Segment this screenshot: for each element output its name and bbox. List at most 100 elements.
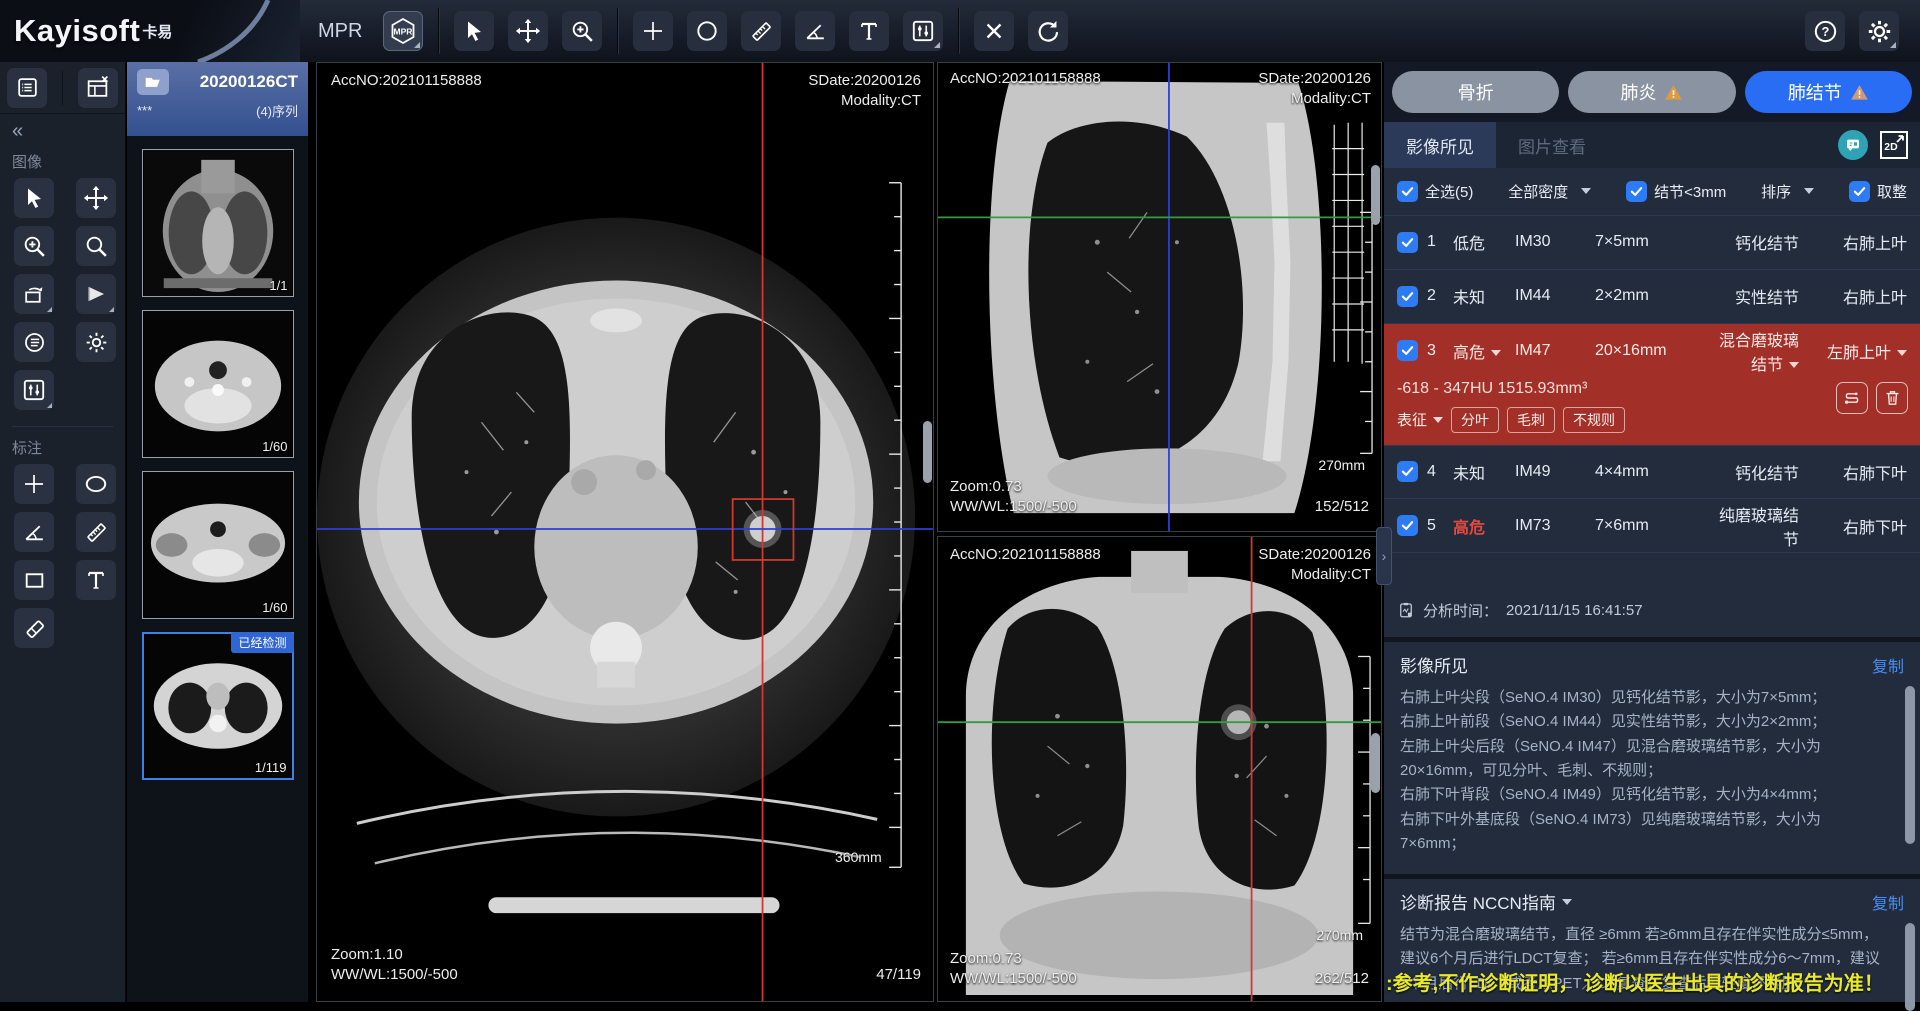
cursor-tool-button[interactable] <box>14 178 54 218</box>
pan-tool-button[interactable] <box>508 11 548 51</box>
nodule-row-1[interactable]: 1 低危 IM30 7×5mm 钙化结节 右肺上叶 <box>1384 216 1920 270</box>
ellipse-annot-button[interactable] <box>76 464 116 504</box>
findings-copy-button[interactable]: 复制 <box>1872 653 1904 677</box>
coronal-slice-scrollbar[interactable] <box>1371 733 1380 793</box>
series-list-button[interactable] <box>7 68 47 108</box>
select-all-filter[interactable]: 全选(5) <box>1397 181 1473 202</box>
subtab-image-view[interactable]: 图片查看 <box>1496 122 1608 168</box>
nodule-risk-dropdown[interactable]: 高危 <box>1453 339 1515 363</box>
search-tool-button[interactable] <box>76 226 116 266</box>
series-thumbnail-1[interactable]: 1/1 <box>142 149 294 297</box>
nodule-risk: 高危 <box>1453 345 1485 362</box>
nodule-location-dropdown[interactable]: 左肺上叶 <box>1799 339 1907 363</box>
cursor-tool-button[interactable] <box>454 11 494 51</box>
2d-view-button[interactable]: 2D <box>1880 131 1908 159</box>
nodule-risk: 高危 <box>1453 514 1515 538</box>
svg-text:MPR: MPR <box>394 27 413 37</box>
collapse-sidebar-button[interactable]: « <box>0 114 125 145</box>
feature-tag-irregular[interactable]: 不规则 <box>1563 407 1625 433</box>
viewport-coronal[interactable]: AccNO:202101158888 SDate:20200126 Modali… <box>937 536 1382 1002</box>
sidebar-separator <box>62 71 63 105</box>
nodule-row-5[interactable]: 5 高危 IM73 7×6mm 纯磨玻璃结节 右肺下叶 <box>1384 499 1920 553</box>
nodule-type: 钙化结节 <box>1713 460 1799 484</box>
cine-play-button[interactable] <box>76 274 116 314</box>
nodule-trend-button[interactable] <box>1836 382 1868 414</box>
series-thumbnail-3[interactable]: 1/60 <box>142 471 294 619</box>
angle-annot-button[interactable] <box>14 512 54 552</box>
eraser-annot-button[interactable] <box>14 608 54 648</box>
small-nodule-filter[interactable]: 结节<3mm <box>1626 181 1726 202</box>
logo-text: Kayisoft <box>14 13 140 49</box>
folder-icon <box>144 73 162 91</box>
pan-tool-button[interactable] <box>76 178 116 218</box>
panel-expander-handle[interactable]: › <box>1376 527 1392 585</box>
report-title-text: 诊断报告 NCCN指南 <box>1400 889 1556 914</box>
nodule-row-4[interactable]: 4 未知 IM49 4×4mm 钙化结节 右肺下叶 <box>1384 446 1920 500</box>
text-icon <box>84 568 108 592</box>
nodule-checkbox[interactable] <box>1397 461 1418 482</box>
density-dropdown[interactable]: 全部密度 <box>1508 181 1591 202</box>
nodule-checkbox[interactable] <box>1397 340 1418 361</box>
nodule-checkbox[interactable] <box>1397 232 1418 253</box>
close-tool-button[interactable] <box>974 11 1014 51</box>
toolbar-separator <box>438 8 439 54</box>
feature-dropdown[interactable]: 表征 <box>1397 409 1443 430</box>
tab-lung-nodule[interactable]: 肺结节 <box>1745 71 1912 113</box>
nodule-checkbox[interactable] <box>1397 515 1418 536</box>
probe-tool-button[interactable] <box>633 11 673 51</box>
viewport-axial[interactable]: AccNO:202101158888 SDate:20200126 Modali… <box>316 62 934 1002</box>
sort-dropdown[interactable]: 排序 <box>1761 181 1814 202</box>
crosshair-annot-button[interactable] <box>14 464 54 504</box>
select-all-checkbox[interactable] <box>1397 181 1418 202</box>
sidebar-divider <box>12 426 113 427</box>
reset-rotate-button[interactable] <box>1028 11 1068 51</box>
ruler-annot-button[interactable] <box>76 512 116 552</box>
nodule-image-no: IM44 <box>1515 287 1595 305</box>
nodule-checkbox[interactable] <box>1397 286 1418 307</box>
contrast-tool-button[interactable] <box>14 322 54 362</box>
series-header[interactable]: 20200126CT *** (4)序列 <box>127 62 308 136</box>
zoom-in-tool-button[interactable] <box>14 226 54 266</box>
nodule-location: 右肺下叶 <box>1799 514 1907 538</box>
axial-slice-scrollbar[interactable] <box>923 421 932 483</box>
text-annot-button[interactable] <box>76 560 116 600</box>
rotate-tool-button[interactable] <box>14 274 54 314</box>
nodule-type-dropdown[interactable]: 混合磨玻璃结节 <box>1713 327 1799 375</box>
rectangle-annot-button[interactable] <box>14 560 54 600</box>
feature-tag-spiculation[interactable]: 毛刺 <box>1507 407 1555 433</box>
angle-tool-button[interactable] <box>795 11 835 51</box>
tab-pneumonia[interactable]: 肺炎 <box>1568 71 1735 113</box>
folder-button[interactable] <box>137 69 169 95</box>
round-checkbox[interactable] <box>1849 181 1870 202</box>
window-level-button[interactable] <box>14 370 54 410</box>
feature-tag-lobulation[interactable]: 分叶 <box>1451 407 1499 433</box>
series-thumbnail-4[interactable]: 已经检测 1/119 <box>142 632 294 780</box>
report-copy-button[interactable]: 复制 <box>1872 890 1904 914</box>
close-layout-button[interactable] <box>78 68 118 108</box>
ellipse-tool-button[interactable] <box>687 11 727 51</box>
small-nodule-checkbox[interactable] <box>1626 181 1647 202</box>
feedback-button[interactable] <box>1838 130 1868 160</box>
nodule-delete-button[interactable] <box>1876 382 1908 414</box>
window-level-button[interactable] <box>903 11 943 51</box>
toolbar-separator <box>958 8 959 54</box>
zoom-in-tool-button[interactable] <box>562 11 602 51</box>
text-tool-button[interactable] <box>849 11 889 51</box>
viewport-sagittal[interactable]: AccNO:202101158888 SDate:20200126 Modali… <box>937 62 1382 532</box>
tab-fracture[interactable]: 骨折 <box>1392 71 1559 113</box>
mpr-layout-button[interactable]: MPR <box>383 11 423 51</box>
ruler-tool-button[interactable] <box>741 11 781 51</box>
tab-label: 肺炎 <box>1620 79 1656 105</box>
brightness-tool-button[interactable] <box>76 322 116 362</box>
logo-swoosh <box>192 0 282 62</box>
subtab-imaging-findings[interactable]: 影像所见 <box>1384 122 1496 168</box>
settings-button[interactable] <box>1859 11 1899 51</box>
nodule-row-3-selected[interactable]: 3 高危 IM47 20×16mm 混合磨玻璃结节 左肺上叶 -618 - 34… <box>1384 324 1920 446</box>
series-thumbnail-2[interactable]: 1/60 <box>142 310 294 458</box>
nodule-row-2[interactable]: 2 未知 IM44 2×2mm 实性结节 右肺上叶 <box>1384 270 1920 324</box>
help-button[interactable]: ? <box>1805 11 1845 51</box>
round-filter[interactable]: 取整 <box>1849 181 1907 202</box>
nodule-index: 1 <box>1427 233 1453 251</box>
findings-scrollbar[interactable] <box>1905 686 1915 844</box>
sagittal-slice-scrollbar[interactable] <box>1371 165 1380 225</box>
